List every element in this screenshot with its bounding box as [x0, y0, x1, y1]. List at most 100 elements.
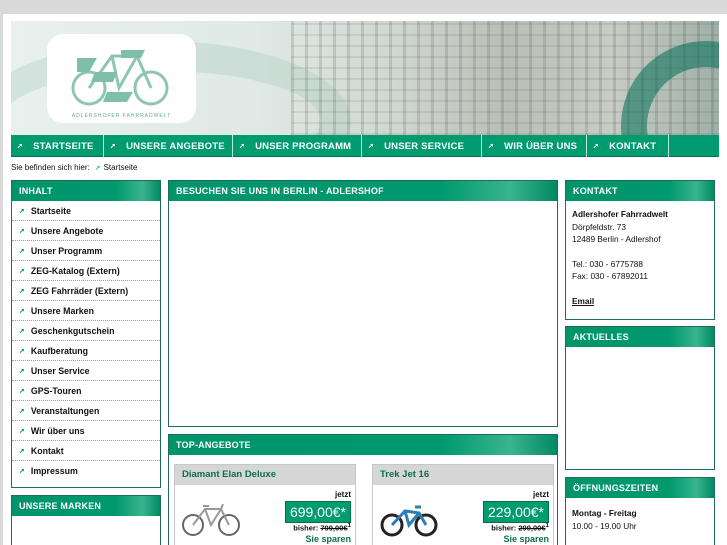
sidebar-item-impressum[interactable]: ➚ Impressum	[12, 461, 160, 481]
sidebar-item-label: ZEG Fahrräder (Extern)	[30, 285, 129, 296]
nav-item-unser-service[interactable]: ➚ UNSER SERVICE	[362, 135, 482, 157]
city-address: 12489 Berlin - Adlershof	[572, 234, 661, 244]
sidebar-item-zeg-fahrraeder[interactable]: ➚ ZEG Fahrräder (Extern)	[12, 281, 160, 301]
logo-text: ADLERSHOFER FAHRRADWELT	[71, 113, 172, 119]
arrow-icon: ➚	[19, 367, 25, 375]
arrow-icon: ➚	[19, 387, 25, 395]
arrow-icon: ➚	[110, 143, 117, 150]
breadcrumb: Sie befinden sich hier: ➚ Startseite	[11, 163, 137, 172]
sidebar-item-kaufberatung[interactable]: ➚ Kaufberatung	[12, 341, 160, 361]
sidebar-item-unsere-angebote[interactable]: ➚ Unsere Angebote	[12, 221, 160, 241]
arrow-icon: ➚	[19, 347, 25, 355]
main-navigation: ➚ STARTSEITE ➚ UNSERE ANGEBOTE ➚ UNSER PROG…	[11, 135, 719, 157]
arrow-icon: ➚	[488, 143, 495, 150]
kontakt-box: KONTAKT Adlershofer Fahrradwelt Dörpfeld…	[565, 180, 715, 320]
sidebar-item-gps-touren[interactable]: ➚ GPS-Touren	[12, 381, 160, 401]
sidebar-item-unser-programm[interactable]: ➚ Unser Programm	[12, 241, 160, 261]
logo-bike-icon	[71, 50, 169, 106]
product-card[interactable]: Trek Jet 16 jetzt 229,00€* bisher: 299,0…	[372, 464, 554, 545]
old-price: bisher: 299,00€1	[491, 522, 549, 533]
sidebar-item-zeg-katalog[interactable]: ➚ ZEG-Katalog (Extern)	[12, 261, 160, 281]
arrow-icon: ➚	[239, 143, 246, 150]
product-name[interactable]: Trek Jet 16	[373, 465, 553, 485]
marken-title: UNSERE MARKEN	[12, 496, 160, 516]
nav-item-wir-ueber-uns[interactable]: ➚ WIR ÜBER UNS	[482, 135, 587, 157]
sidebar-item-kontakt[interactable]: ➚ Kontakt	[12, 441, 160, 461]
nav-item-unser-programm[interactable]: ➚ UNSER PROGRAMM	[233, 135, 362, 157]
sidebar-item-label: Unsere Marken	[30, 305, 94, 316]
product-name[interactable]: Diamant Elan Deluxe	[175, 465, 355, 485]
kontakt-details: Adlershofer Fahrradwelt Dörpfeldstr. 73 …	[566, 201, 714, 314]
nav-label: UNSER SERVICE	[384, 140, 465, 152]
top-offers-box: TOP-ANGEBOTE Diamant Elan Deluxe jetzt 6…	[168, 434, 558, 545]
marken-box: UNSERE MARKEN	[11, 495, 161, 545]
nav-label: STARTSEITE	[33, 140, 94, 152]
sidebar-item-startseite[interactable]: ➚ Startseite	[12, 201, 160, 221]
price-badge: 699,00€*	[284, 501, 351, 523]
sidebar-item-label: Wir über uns	[30, 425, 85, 436]
email-link[interactable]: Email	[572, 296, 594, 306]
savings-label: Sie sparen	[503, 534, 549, 544]
bike-image[interactable]	[181, 501, 241, 537]
arrow-icon: ➚	[368, 143, 375, 150]
visit-title: BESUCHEN SIE UNS IN BERLIN - ADLERSHOF	[169, 181, 557, 201]
hours-title: ÖFFNUNGSZEITEN	[566, 478, 714, 498]
sidebar-item-wir-ueber-uns[interactable]: ➚ Wir über uns	[12, 421, 160, 441]
arrow-icon: ➚	[593, 143, 600, 150]
header-banner: ADLERSHOFER FAHRRADWELT	[11, 21, 719, 135]
old-price-footnote: 1	[347, 522, 351, 529]
page-frame: ADLERSHOFER FAHRRADWELT ➚ STARTSEITE ➚ UNS…	[3, 14, 727, 545]
arrow-icon: ➚	[94, 165, 101, 172]
breadcrumb-current[interactable]: Startseite	[104, 163, 138, 172]
product-card[interactable]: Diamant Elan Deluxe jetzt 699,00€* bishe…	[174, 464, 356, 545]
sidebar-item-label: Startseite	[30, 205, 71, 216]
old-price-label: bisher:	[491, 523, 517, 533]
old-price-footnote: 1	[545, 522, 549, 529]
sidebar-item-geschenkgutschein[interactable]: ➚ Geschenkgutschein	[12, 321, 160, 341]
hours-details: Montag - Freitag 10.00 - 19.00 Uhr	[566, 498, 714, 539]
sidebar-menu: INHALT ➚ Startseite ➚ Unsere Angebote ➚ Uns…	[11, 180, 161, 488]
company-name: Adlershofer Fahrradwelt	[572, 209, 668, 219]
nav-label: UNSERE ANGEBOTE	[126, 140, 225, 152]
arrow-icon: ➚	[17, 143, 24, 150]
sidebar-item-label: Unser Programm	[30, 245, 103, 256]
hours-time: 10.00 - 19.00 Uhr	[572, 520, 637, 531]
nav-item-unsere-angebote[interactable]: ➚ UNSERE ANGEBOTE	[104, 135, 233, 157]
arrow-icon: ➚	[19, 407, 25, 415]
nav-item-startseite[interactable]: ➚ STARTSEITE	[11, 135, 104, 157]
old-price-value: 299,00€	[518, 523, 546, 533]
arrow-icon: ➚	[19, 267, 25, 275]
arrow-icon: ➚	[19, 468, 25, 475]
breadcrumb-prefix: Sie befinden sich hier:	[11, 163, 90, 172]
arrow-icon: ➚	[19, 287, 25, 295]
sidebar-item-label: Geschenkgutschein	[30, 325, 115, 336]
arrow-icon: ➚	[19, 327, 25, 335]
sidebar-item-unser-service[interactable]: ➚ Unser Service	[12, 361, 160, 381]
aktuelles-box: AKTUELLES	[565, 326, 715, 470]
top-offers-title: TOP-ANGEBOTE	[169, 435, 557, 455]
sidebar-item-label: Unser Service	[30, 365, 90, 376]
hours-box: ÖFFNUNGSZEITEN Montag - Freitag 10.00 - …	[565, 477, 715, 545]
nav-item-kontakt[interactable]: ➚ KONTAKT	[587, 135, 669, 157]
phone-number: Tel.: 030 - 6775788	[572, 258, 644, 269]
arrow-icon: ➚	[19, 207, 25, 215]
sidebar-item-label: Veranstaltungen	[30, 405, 100, 416]
aktuelles-title: AKTUELLES	[566, 327, 714, 347]
sidebar-item-label: GPS-Touren	[30, 385, 82, 396]
logo[interactable]: ADLERSHOFER FAHRRADWELT	[47, 34, 196, 123]
price-label-now: jetzt	[335, 490, 351, 499]
hours-days: Montag - Freitag	[572, 508, 637, 518]
nav-spacer	[669, 135, 719, 156]
old-price-label: bisher:	[293, 523, 319, 533]
sidebar-item-veranstaltungen[interactable]: ➚ Veranstaltungen	[12, 401, 160, 421]
nav-label: WIR ÜBER UNS	[504, 140, 578, 152]
sidebar-item-unsere-marken[interactable]: ➚ Unsere Marken	[12, 301, 160, 321]
visit-box: BESUCHEN SIE UNS IN BERLIN - ADLERSHOF	[168, 180, 558, 427]
price-label-now: jetzt	[533, 490, 549, 499]
arrow-icon: ➚	[19, 227, 25, 235]
arrow-icon: ➚	[19, 247, 25, 255]
arrow-icon: ➚	[19, 427, 25, 435]
bike-image[interactable]	[379, 501, 439, 537]
old-price-value: 799,00€	[320, 523, 348, 533]
sidebar-item-label: Kaufberatung	[30, 345, 89, 356]
